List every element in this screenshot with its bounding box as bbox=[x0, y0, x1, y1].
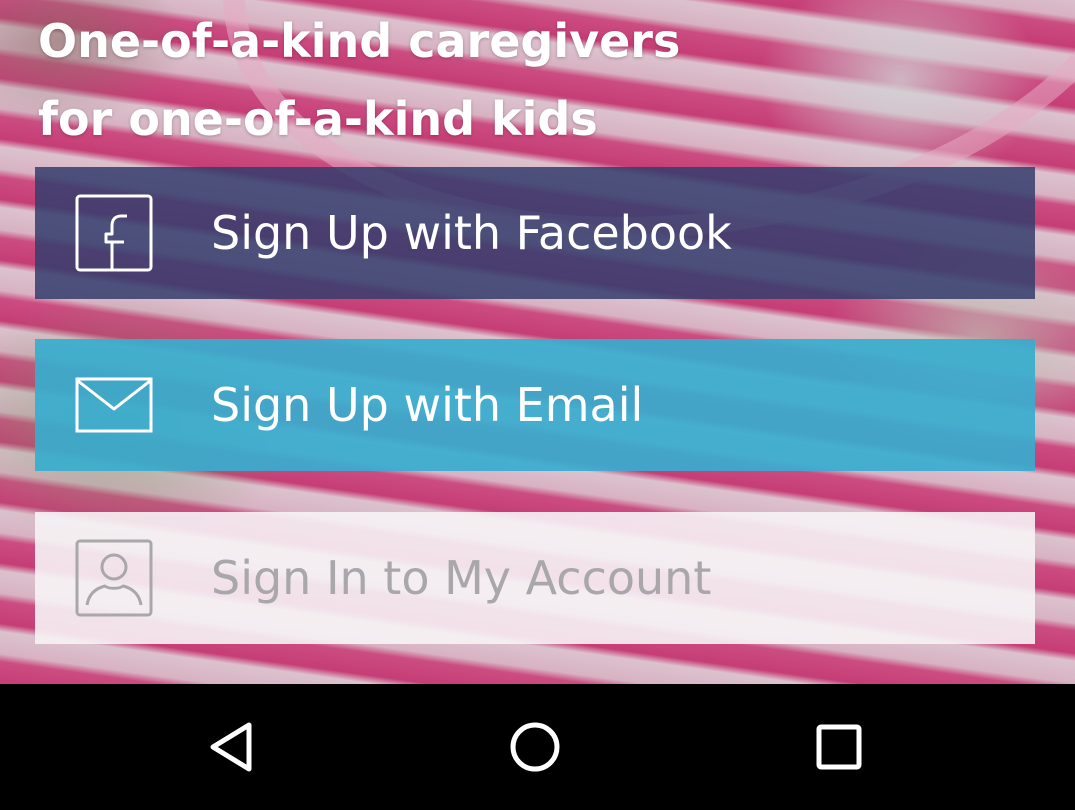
sign-up-facebook-button[interactable]: Sign Up with Facebook bbox=[35, 167, 1035, 299]
facebook-icon bbox=[75, 194, 153, 272]
person-icon bbox=[75, 539, 153, 617]
envelope-icon bbox=[75, 366, 153, 444]
sign-up-email-button[interactable]: Sign Up with Email bbox=[35, 339, 1035, 471]
headline-line-2: for one-of-a-kind kids bbox=[38, 92, 598, 146]
headline: One-of-a-kind caregivers for one-of-a-ki… bbox=[38, 2, 680, 158]
signup-screen: One-of-a-kind caregivers for one-of-a-ki… bbox=[0, 0, 1075, 810]
sign-in-button[interactable]: Sign In to My Account bbox=[35, 512, 1035, 644]
sign-up-email-label: Sign Up with Email bbox=[211, 378, 644, 432]
sign-up-facebook-label: Sign Up with Facebook bbox=[211, 206, 732, 260]
recents-button[interactable] bbox=[809, 717, 869, 777]
back-button[interactable] bbox=[203, 717, 263, 777]
system-navigation-bar bbox=[0, 684, 1075, 810]
headline-line-1: One-of-a-kind caregivers bbox=[38, 14, 681, 68]
sign-in-label: Sign In to My Account bbox=[211, 551, 712, 605]
home-icon bbox=[510, 722, 560, 772]
recents-icon bbox=[816, 724, 862, 770]
home-button[interactable] bbox=[505, 717, 565, 777]
back-icon bbox=[210, 722, 252, 772]
